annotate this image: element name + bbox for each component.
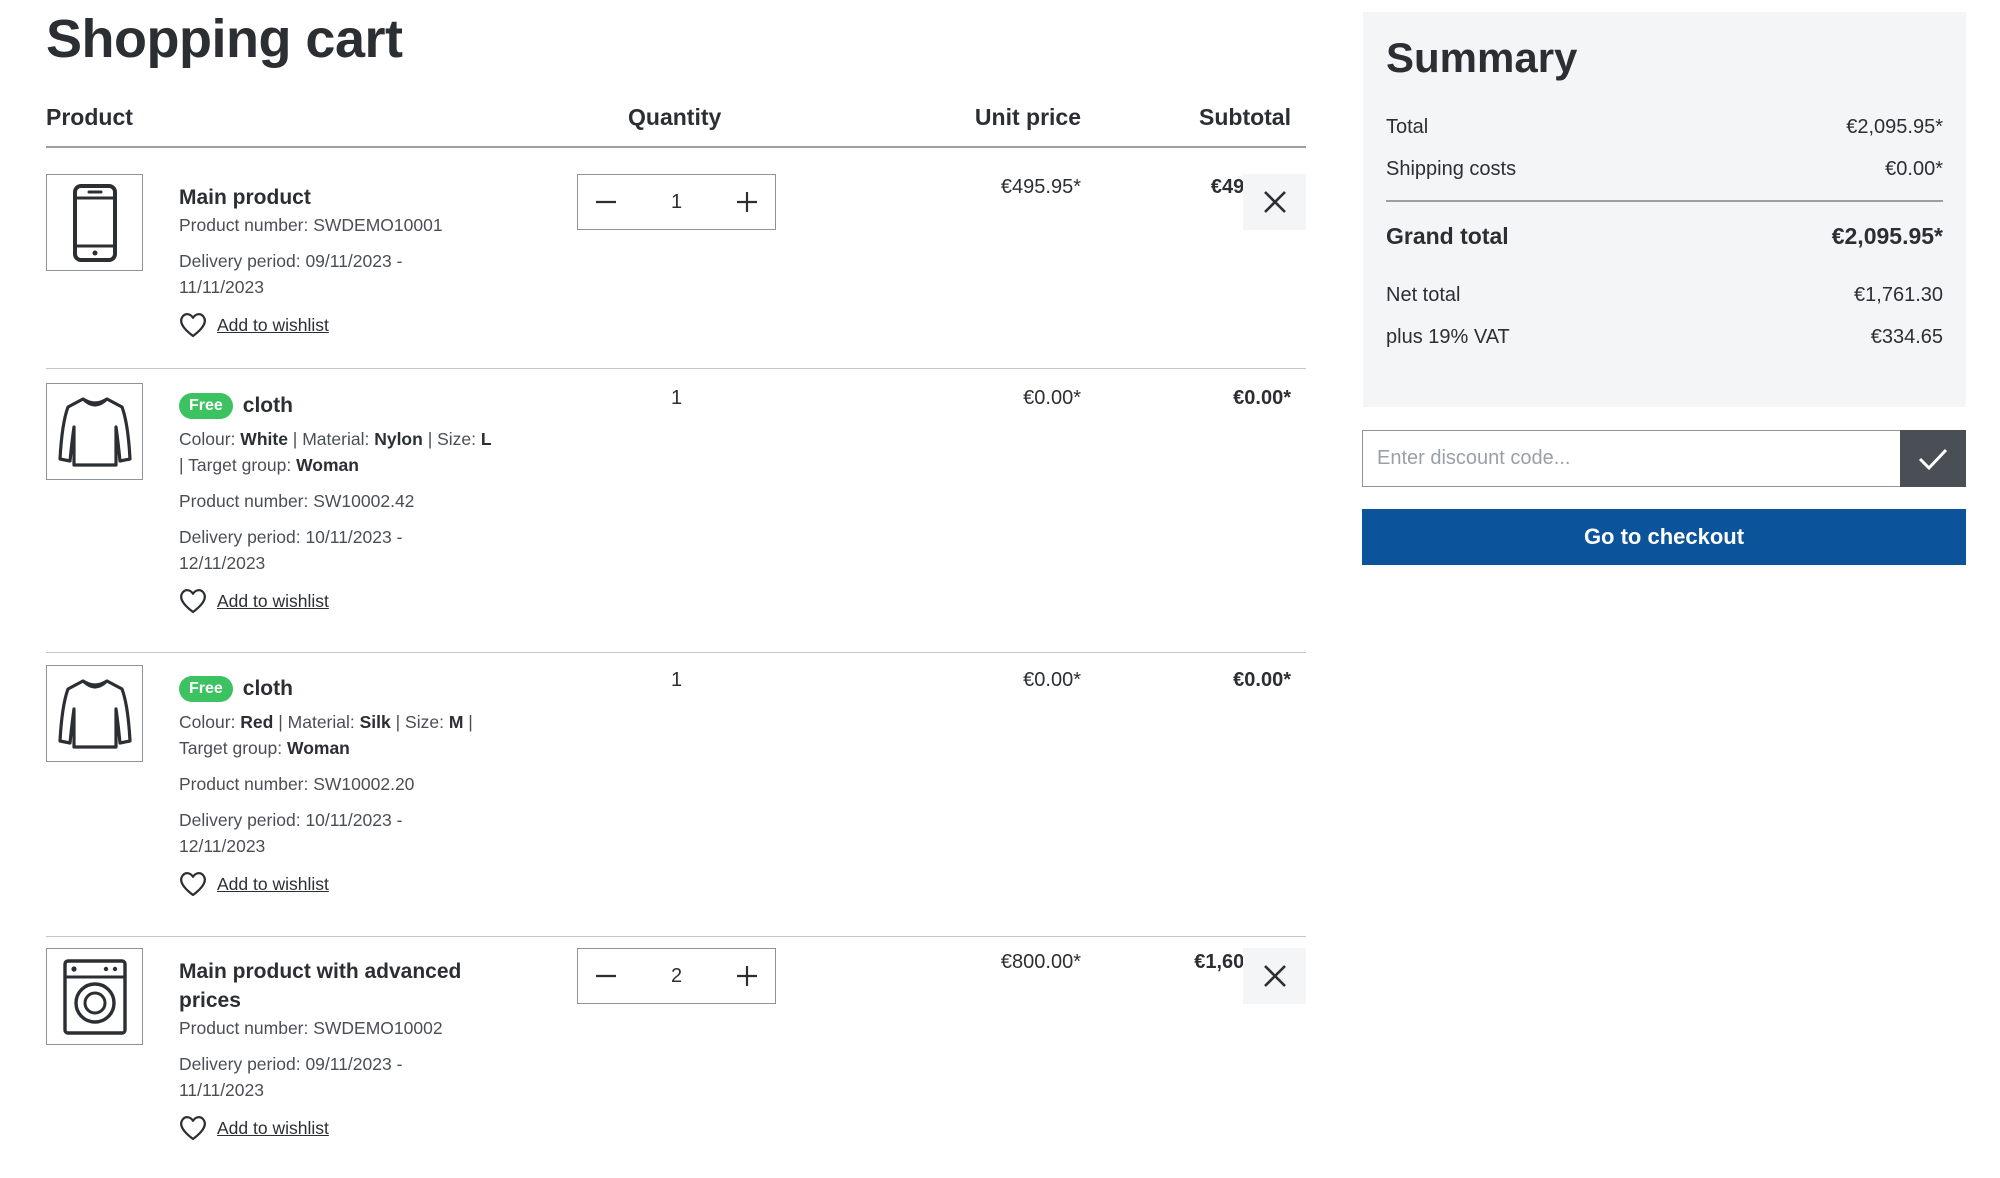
close-icon: [1263, 191, 1286, 213]
checkmark-icon: [1918, 448, 1948, 470]
unit-price: €495.95*: [1000, 176, 1081, 198]
summary-net-total-row: Net total €1,761.30: [1386, 284, 1943, 306]
heart-icon: [180, 1116, 206, 1141]
sweater-icon: [57, 678, 132, 749]
product-options: Colour: White | Material: Nylon | Size: …: [179, 429, 492, 475]
quantity-value: 1: [670, 387, 683, 409]
column-header-quantity: Quantity: [628, 104, 722, 130]
summary-divider: [1386, 200, 1943, 202]
summary-grand-total-row: Grand total €2,095.95*: [1386, 223, 1943, 249]
add-to-wishlist-link[interactable]: Add to wishlist: [179, 1115, 519, 1141]
cart-line-item: Free cloth Colour: Red | Material: Silk |…: [46, 653, 1306, 937]
remove-item-button[interactable]: [1243, 174, 1306, 230]
increase-quantity-button[interactable]: [719, 949, 775, 1003]
column-header-product: Product: [46, 104, 133, 130]
go-to-checkout-button[interactable]: Go to checkout: [1362, 509, 1966, 565]
washing-machine-icon: [62, 958, 127, 1035]
quantity-stepper[interactable]: 2: [577, 948, 776, 1004]
plus-icon: [737, 966, 757, 986]
cart-line-item: Free cloth Colour: White | Material: Nylo…: [46, 369, 1306, 653]
minus-icon: [596, 974, 616, 978]
cart-line-item: Main product Product number: SWDEMO10001…: [46, 148, 1306, 369]
product-number: Product number: SWDEMO10002: [179, 1018, 443, 1038]
close-icon: [1263, 965, 1286, 987]
product-image[interactable]: [46, 174, 143, 271]
product-image[interactable]: [46, 665, 143, 762]
product-number: Product number: SW10002.42: [179, 491, 415, 511]
delivery-period: Delivery period: 09/11/2023 - 11/11/2023: [179, 251, 403, 297]
plus-icon: [737, 192, 757, 212]
cart-table-header: Product Quantity Unit price Subtotal: [46, 100, 1306, 148]
discount-code-input[interactable]: [1362, 430, 1900, 487]
quantity-stepper[interactable]: 1: [577, 174, 776, 230]
summary-total-row: Total €2,095.95*: [1386, 116, 1943, 138]
product-number: Product number: SW10002.20: [179, 774, 415, 794]
unit-price: €0.00*: [1023, 387, 1081, 409]
quantity-value[interactable]: 2: [671, 965, 682, 988]
delivery-period: Delivery period: 09/11/2023 - 11/11/2023: [179, 1054, 403, 1100]
heart-icon: [180, 589, 206, 614]
sweater-icon: [57, 396, 132, 467]
product-name-line[interactable]: Free cloth: [179, 674, 519, 703]
subtotal: €0.00*: [1233, 387, 1291, 409]
page-title: Shopping cart: [46, 9, 403, 69]
add-to-wishlist-link[interactable]: Add to wishlist: [179, 588, 519, 614]
subtotal: €0.00*: [1233, 669, 1291, 691]
product-image[interactable]: [46, 948, 143, 1045]
decrease-quantity-button[interactable]: [578, 175, 634, 229]
quantity-value[interactable]: 1: [671, 191, 682, 214]
free-badge: Free: [179, 393, 233, 419]
summary-panel: Summary Total €2,095.95* Shipping costs €0…: [1363, 12, 1966, 407]
increase-quantity-button[interactable]: [719, 175, 775, 229]
product-number: Product number: SWDEMO10001: [179, 215, 443, 235]
heart-icon: [180, 872, 206, 897]
delivery-period: Delivery period: 10/11/2023 - 12/11/2023: [179, 810, 403, 856]
quantity-value: 1: [670, 669, 683, 691]
discount-code-form: [1362, 430, 1966, 487]
heart-icon: [180, 313, 206, 338]
apply-discount-button[interactable]: [1900, 430, 1966, 487]
product-name-line[interactable]: Free cloth: [179, 391, 519, 420]
add-to-wishlist-link[interactable]: Add to wishlist: [179, 871, 519, 897]
delivery-period: Delivery period: 10/11/2023 - 12/11/2023: [179, 527, 403, 573]
column-header-subtotal: Subtotal: [1199, 104, 1291, 130]
decrease-quantity-button[interactable]: [578, 949, 634, 1003]
summary-shipping-row: Shipping costs €0.00*: [1386, 158, 1943, 180]
summary-title: Summary: [1386, 34, 1578, 81]
unit-price: €800.00*: [1000, 951, 1081, 973]
remove-item-button[interactable]: [1243, 948, 1306, 1004]
minus-icon: [596, 200, 616, 204]
product-name[interactable]: Main product with advanced prices: [179, 957, 519, 1015]
product-name[interactable]: Main product: [179, 183, 519, 212]
unit-price: €0.00*: [1023, 669, 1081, 691]
cart-line-item: Main product with advanced prices Produc…: [46, 937, 1306, 1178]
free-badge: Free: [179, 676, 233, 702]
summary-vat-row: plus 19% VAT €334.65: [1386, 326, 1943, 348]
product-options: Colour: Red | Material: Silk | Size: M |…: [179, 712, 473, 758]
column-header-unit-price: Unit price: [974, 104, 1081, 130]
smartphone-icon: [72, 183, 117, 262]
add-to-wishlist-link[interactable]: Add to wishlist: [179, 312, 519, 338]
product-image[interactable]: [46, 383, 143, 480]
